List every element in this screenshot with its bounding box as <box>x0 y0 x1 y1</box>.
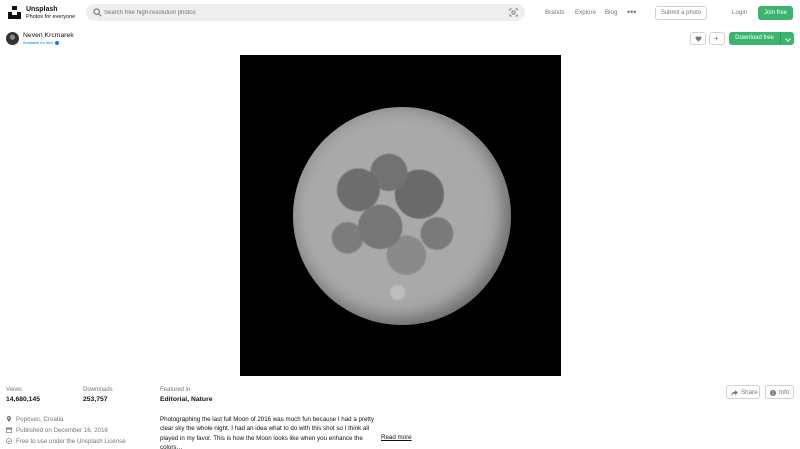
info-button[interactable]: Info <box>765 385 794 399</box>
nav-brands[interactable]: Brands <box>545 9 565 16</box>
search-bar <box>86 4 525 21</box>
photographer-name[interactable]: Neven Krcmarek <box>23 32 74 39</box>
heart-icon <box>695 36 702 42</box>
featured-label: Featured in <box>160 387 191 393</box>
check-icon <box>54 40 59 45</box>
search-input[interactable] <box>104 6 494 19</box>
avatar[interactable] <box>6 32 19 45</box>
location-pin-icon <box>6 416 12 422</box>
calendar-icon <box>6 427 12 433</box>
license-text[interactable]: Free to use under the Unsplash License <box>16 438 126 445</box>
login-link[interactable]: Login <box>732 9 747 16</box>
hire-status-label: Available for hire <box>23 40 53 45</box>
hire-status[interactable]: Available for hire <box>23 40 59 45</box>
nav-blog[interactable]: Blog <box>605 9 617 16</box>
share-label: Share <box>741 389 758 396</box>
photo-description: Photographing the last full Moon of 2016… <box>160 416 374 449</box>
moon-image <box>293 107 511 325</box>
brand-tagline: Photos for everyone <box>26 14 76 20</box>
top-nav: Unsplash Photos for everyone Brands Expl… <box>0 0 800 26</box>
brand-name: Unsplash <box>26 6 58 13</box>
views-label: Views <box>6 387 22 393</box>
views-value: 14,680,145 <box>6 396 41 403</box>
unsplash-logo-icon[interactable] <box>8 6 21 19</box>
featured-value[interactable]: Editorial, Nature <box>160 396 213 403</box>
share-icon <box>731 390 738 396</box>
license-row: Free to use under the Unsplash License <box>6 438 126 445</box>
location-text[interactable]: Popovec, Croatia <box>16 416 63 423</box>
submit-photo-button[interactable]: Submit a photo <box>655 6 707 20</box>
download-button[interactable]: Download free <box>729 32 780 45</box>
visual-search-icon[interactable] <box>509 8 518 17</box>
add-to-collection-button[interactable]: + <box>709 32 725 45</box>
more-menu-icon[interactable]: ••• <box>627 7 636 17</box>
downloads-value: 253,757 <box>83 396 108 403</box>
license-check-icon <box>6 438 12 444</box>
info-label: Info <box>779 389 790 396</box>
published-text: Published on December 16, 2016 <box>16 427 108 434</box>
info-icon <box>770 390 776 396</box>
search-icon[interactable] <box>93 8 102 17</box>
plus-icon: + <box>714 34 719 43</box>
read-more-link[interactable]: Read more <box>381 434 412 441</box>
like-button[interactable] <box>690 32 706 45</box>
download-options-chevron-icon[interactable] <box>780 32 794 45</box>
published-row: Published on December 16, 2016 <box>6 427 108 434</box>
brand[interactable]: Unsplash Photos for everyone <box>26 6 75 21</box>
share-button[interactable]: Share <box>726 385 760 399</box>
main-photo[interactable] <box>240 55 561 376</box>
nav-explore[interactable]: Explore <box>575 9 596 16</box>
downloads-label: Downloads <box>83 387 113 393</box>
join-free-button[interactable]: Join free <box>758 6 793 20</box>
location-row: Popovec, Croatia <box>6 416 63 423</box>
